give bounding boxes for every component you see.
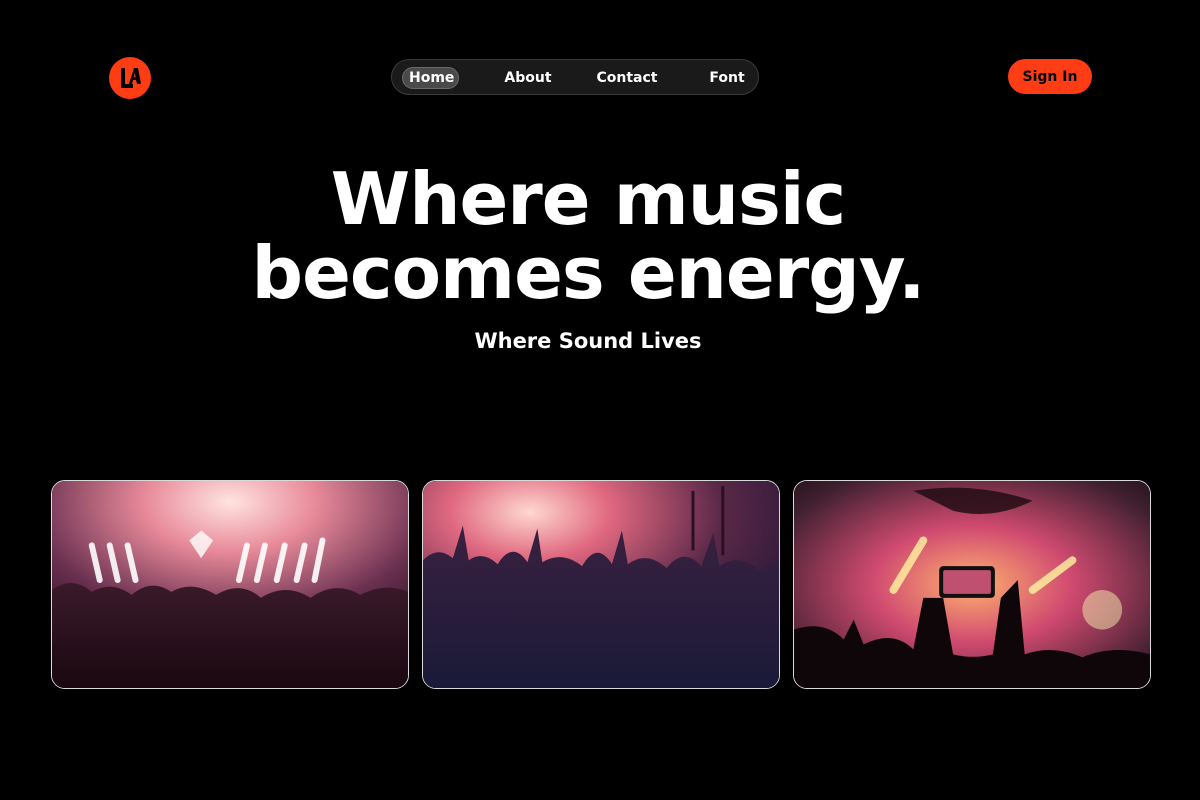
logo-mark-icon bbox=[121, 68, 141, 88]
hero-title-line-1: Where music bbox=[330, 157, 846, 241]
photo-festival-crowd[interactable] bbox=[422, 480, 780, 689]
photo-gallery bbox=[51, 480, 1151, 689]
brand-logo[interactable] bbox=[109, 57, 151, 99]
landing-page: Home About Contact Font Sign In Where mu… bbox=[0, 0, 1200, 800]
concert-photo-image bbox=[52, 481, 408, 688]
festival-photo-image bbox=[423, 481, 779, 688]
nav-item-about[interactable]: About bbox=[502, 67, 554, 89]
nav-item-contact[interactable]: Contact bbox=[594, 67, 660, 89]
hero-subtitle: Where Sound Lives bbox=[474, 329, 702, 353]
main-nav: Home About Contact Font bbox=[391, 59, 759, 95]
phone-filming-photo-image bbox=[794, 481, 1150, 688]
nav-item-font[interactable]: Font bbox=[708, 67, 746, 89]
nav-item-home[interactable]: Home bbox=[402, 67, 459, 89]
hero-title-line-2: becomes energy. bbox=[251, 231, 926, 315]
sign-in-button[interactable]: Sign In bbox=[1008, 59, 1092, 94]
photo-phone-filming[interactable] bbox=[793, 480, 1151, 689]
photo-concert-neon[interactable] bbox=[51, 480, 409, 689]
hero-title: Where music becomes energy. bbox=[0, 162, 1176, 310]
